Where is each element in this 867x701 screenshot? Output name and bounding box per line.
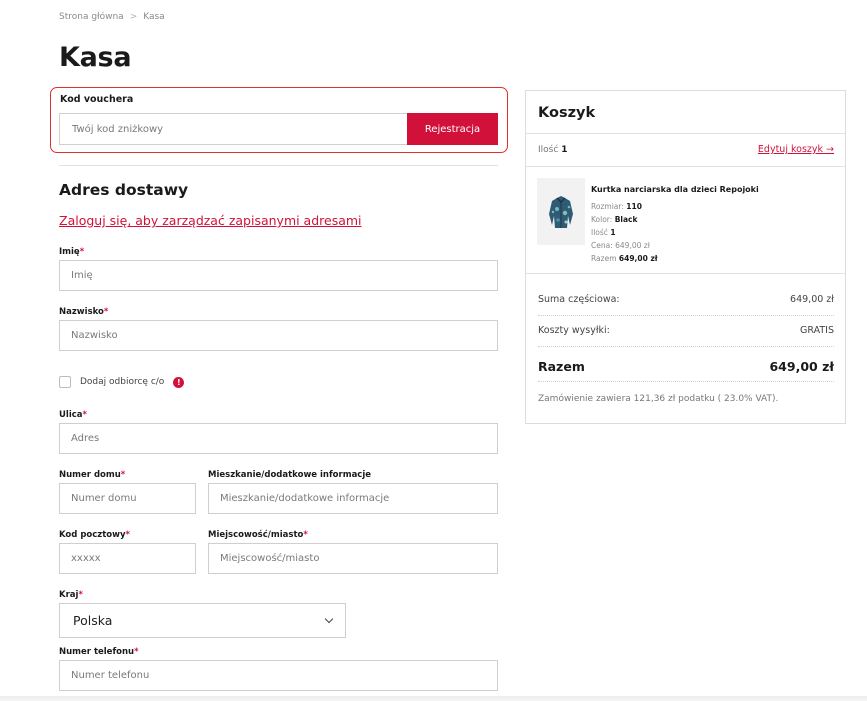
house-number-input[interactable]: [59, 483, 196, 514]
cart-quantity: Ilość 1: [538, 145, 567, 155]
login-manage-addresses-link[interactable]: Zaloguj się, aby zarządzać zapisanymi ad…: [59, 213, 362, 228]
product-price: Cena: 649,00 zł: [591, 241, 650, 250]
dotted-divider: [538, 381, 834, 382]
house-number-label-text: Numer domu: [59, 470, 121, 480]
first-name-label-text: Imię: [59, 247, 80, 257]
shipping-row: Koszty wysyłki: GRATIS: [538, 325, 834, 336]
breadcrumb-home-link[interactable]: Strona główna: [59, 12, 124, 22]
edit-cart-link[interactable]: Edytuj koszyk →: [758, 144, 834, 155]
co-recipient-label: Dodaj odbiorcę c/o: [80, 377, 165, 387]
required-mark: *: [303, 530, 308, 540]
shipping-label: Koszty wysyłki:: [538, 325, 610, 336]
product-quantity: Ilość 1: [591, 228, 616, 237]
cart-quantity-value: 1: [561, 145, 568, 155]
required-mark: *: [125, 530, 130, 540]
cart-divider: [526, 273, 845, 274]
cart-summary: Koszyk Ilość 1 Edytuj koszyk → Kurtka na…: [525, 90, 846, 424]
cart-divider: [526, 133, 845, 134]
street-label-text: Ulica: [59, 410, 83, 420]
product-total-value: 649,00 zł: [618, 254, 658, 263]
breadcrumb-current: Kasa: [143, 12, 165, 22]
product-size: Rozmiar: 110: [591, 202, 642, 211]
required-mark: *: [78, 590, 83, 600]
street-input[interactable]: [59, 423, 498, 454]
delivery-address-title: Adres dostawy: [59, 181, 189, 199]
first-name-label: Imię*: [59, 247, 84, 257]
product-price-label: Cena:: [591, 241, 613, 250]
cart-quantity-label: Ilość: [538, 145, 559, 155]
last-name-input[interactable]: [59, 320, 498, 351]
phone-label: Numer telefonu*: [59, 647, 139, 657]
dotted-divider: [538, 315, 834, 316]
product-color: Kolor: Black: [591, 215, 637, 224]
city-input[interactable]: [208, 543, 498, 574]
product-total-label: Razem: [591, 254, 617, 263]
street-label: Ulica*: [59, 410, 87, 420]
product-color-label: Kolor:: [591, 215, 613, 224]
subtotal-label: Suma częściowa:: [538, 294, 620, 305]
product-total: Razem 649,00 zł: [591, 254, 658, 263]
first-name-input[interactable]: [59, 260, 498, 291]
required-mark: *: [134, 647, 139, 657]
product-price-value: 649,00 zł: [615, 241, 650, 250]
product-size-label: Rozmiar:: [591, 202, 624, 211]
breadcrumb-separator: >: [129, 12, 138, 22]
dotted-divider: [538, 346, 834, 347]
product-quantity-label: Ilość: [591, 228, 608, 237]
product-quantity-value: 1: [610, 228, 616, 237]
co-recipient-checkbox[interactable]: [59, 376, 71, 388]
chevron-down-icon: [324, 614, 334, 624]
page-bottom-edge: [0, 696, 867, 701]
voucher-section: Kod vouchera Rejestracja: [50, 87, 508, 153]
phone-input[interactable]: [59, 660, 498, 691]
required-mark: *: [103, 307, 109, 317]
required-mark: *: [82, 410, 87, 420]
last-name-label-text: Nazwisko: [59, 307, 104, 317]
postal-code-label-text: Kod pocztowy: [59, 530, 126, 540]
breadcrumb: Strona główna > Kasa: [59, 12, 165, 22]
product-name[interactable]: Kurtka narciarska dla dzieci Repojoki: [591, 185, 759, 194]
required-mark: *: [79, 247, 85, 257]
voucher-label: Kod vouchera: [60, 94, 134, 105]
cart-divider: [526, 166, 845, 167]
house-number-label: Numer domu*: [59, 470, 125, 480]
city-label: Miejscowość/miasto*: [208, 530, 308, 540]
country-select[interactable]: Polska: [59, 603, 346, 638]
co-recipient-row: Dodaj odbiorcę c/o !: [59, 376, 185, 388]
total-row: Razem 649,00 zł: [538, 359, 834, 374]
last-name-label: Nazwisko*: [59, 307, 108, 317]
city-label-text: Miejscowość/miasto: [208, 530, 304, 540]
country-select-value: Polska: [73, 613, 113, 628]
cart-title: Koszyk: [538, 105, 596, 121]
tax-note: Zamówienie zawiera 121,36 zł podatku ( 2…: [538, 394, 779, 404]
country-label-text: Kraj: [59, 590, 79, 600]
product-size-value: 110: [626, 202, 642, 211]
total-label: Razem: [538, 359, 585, 374]
product-image[interactable]: [537, 178, 585, 245]
country-label: Kraj*: [59, 590, 83, 600]
total-value: 649,00 zł: [769, 359, 834, 374]
postal-code-input[interactable]: [59, 543, 196, 574]
phone-label-text: Numer telefonu: [59, 647, 135, 657]
subtotal-row: Suma częściowa: 649,00 zł: [538, 294, 834, 305]
divider: [59, 165, 498, 166]
info-icon[interactable]: !: [173, 376, 185, 388]
product-color-value: Black: [614, 215, 638, 224]
page-title: Kasa: [59, 42, 132, 73]
shipping-value: GRATIS: [800, 325, 834, 336]
apartment-input[interactable]: [208, 483, 498, 514]
voucher-submit-button[interactable]: Rejestracja: [407, 113, 498, 145]
required-mark: *: [120, 470, 126, 480]
apartment-label: Mieszkanie/dodatkowe informacje: [208, 470, 371, 480]
voucher-input[interactable]: [59, 113, 407, 145]
jacket-image: [549, 195, 573, 228]
apartment-label-text: Mieszkanie/dodatkowe informacje: [208, 470, 372, 480]
subtotal-value: 649,00 zł: [790, 294, 834, 305]
postal-code-label: Kod pocztowy*: [59, 530, 130, 540]
